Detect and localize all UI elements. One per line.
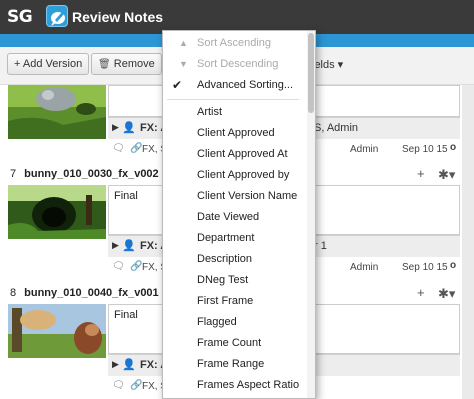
review-notes-icon: [46, 5, 68, 27]
user-icon: 👤: [122, 240, 136, 252]
sort-ascending-label: Sort Ascending: [197, 37, 271, 49]
version-name: bunny_010_0040_fx_v001: [24, 287, 159, 299]
status-dot: o: [450, 260, 457, 271]
gear-icon[interactable]: ✱▾: [438, 286, 455, 302]
gear-icon[interactable]: ✱▾: [438, 167, 455, 183]
attachment-icon: 🔗: [130, 380, 143, 391]
version-title[interactable]: 7 bunny_010_0030_fx_v002: [10, 168, 159, 180]
user-icon: 👤: [122, 359, 136, 371]
comment-icon: 🗨: [112, 143, 125, 154]
meta-user: Admin: [350, 262, 379, 273]
sort-descending-label: Sort Descending: [197, 58, 279, 70]
sort-descending-item[interactable]: ▼ Sort Descending: [163, 54, 305, 75]
sort-ascending-item[interactable]: ▲ Sort Ascending: [163, 33, 305, 54]
advanced-sorting-item[interactable]: ✔ Advanced Sorting...: [163, 75, 305, 96]
meta-date: Sep 10 15: [402, 262, 448, 273]
add-version-button[interactable]: + Add Version: [7, 53, 90, 75]
field-item-description[interactable]: Description: [163, 249, 305, 270]
field-item-client-approved-at[interactable]: Client Approved At: [163, 144, 305, 165]
field-item-client-approved[interactable]: Client Approved: [163, 123, 305, 144]
field-item-flagged[interactable]: Flagged: [163, 312, 305, 333]
add-note-icon[interactable]: +: [417, 285, 425, 300]
version-thumbnail[interactable]: [8, 85, 106, 139]
expand-arrow-icon[interactable]: ▶: [112, 122, 119, 133]
version-name: bunny_010_0030_fx_v002: [24, 168, 159, 180]
list-scrollbar[interactable]: [462, 85, 474, 399]
field-item-client-approved-by[interactable]: Client Approved by: [163, 165, 305, 186]
remove-button[interactable]: 🗑 Remove: [91, 53, 162, 75]
field-item-date-viewed[interactable]: Date Viewed: [163, 207, 305, 228]
menu-scrollbar-thumb[interactable]: [308, 33, 314, 113]
sort-up-icon: ▲: [179, 38, 188, 48]
attachment-icon: 🔗: [130, 143, 143, 154]
field-item-artist[interactable]: Artist: [163, 102, 305, 123]
advanced-sorting-label: Advanced Sorting...: [197, 79, 294, 91]
comment-icon: 🗨: [112, 380, 125, 391]
menu-divider: [167, 99, 299, 100]
version-thumbnail[interactable]: [8, 185, 106, 239]
add-note-icon[interactable]: +: [417, 166, 425, 181]
field-item-frame-count[interactable]: Frame Count: [163, 333, 305, 354]
attachment-icon: 🔗: [130, 261, 143, 272]
field-item-department[interactable]: Department: [163, 228, 305, 249]
note-text: Final: [114, 190, 138, 202]
app-title: Review Notes: [72, 9, 164, 25]
fx-right-text: S, Admin: [314, 122, 359, 134]
note-text: Final: [114, 309, 138, 321]
expand-arrow-icon[interactable]: ▶: [112, 240, 119, 251]
meta-user: Admin: [350, 144, 379, 155]
meta-date: Sep 10 15: [402, 144, 448, 155]
field-item-frame-range[interactable]: Frame Range: [163, 354, 305, 375]
expand-arrow-icon[interactable]: ▶: [112, 359, 119, 370]
remove-label: Remove: [113, 58, 155, 70]
trash-icon: 🗑: [98, 59, 111, 70]
checkmark-icon: ✔: [172, 78, 183, 92]
sg-logo: SG: [7, 7, 33, 27]
status-dot: o: [450, 142, 457, 153]
version-thumbnail[interactable]: [8, 304, 106, 358]
field-item-frames-aspect-ratio[interactable]: Frames Aspect Ratio: [163, 375, 305, 396]
field-item-dneg-test[interactable]: DNeg Test: [163, 270, 305, 291]
sort-down-icon: ▼: [179, 59, 188, 69]
sort-menu: ▲ Sort Ascending ▼ Sort Descending ✔ Adv…: [162, 30, 316, 399]
field-item-client-version-name[interactable]: Client Version Name: [163, 186, 305, 207]
version-title[interactable]: 8 bunny_010_0040_fx_v001: [10, 287, 159, 299]
field-item-first-frame[interactable]: First Frame: [163, 291, 305, 312]
fields-dropdown[interactable]: ields ▾: [312, 58, 343, 71]
user-icon: 👤: [122, 122, 136, 134]
comment-icon: 🗨: [112, 261, 125, 272]
row-number: 7: [10, 168, 17, 180]
row-number: 8: [10, 287, 17, 299]
title-bar: SG Review Notes: [0, 0, 474, 34]
